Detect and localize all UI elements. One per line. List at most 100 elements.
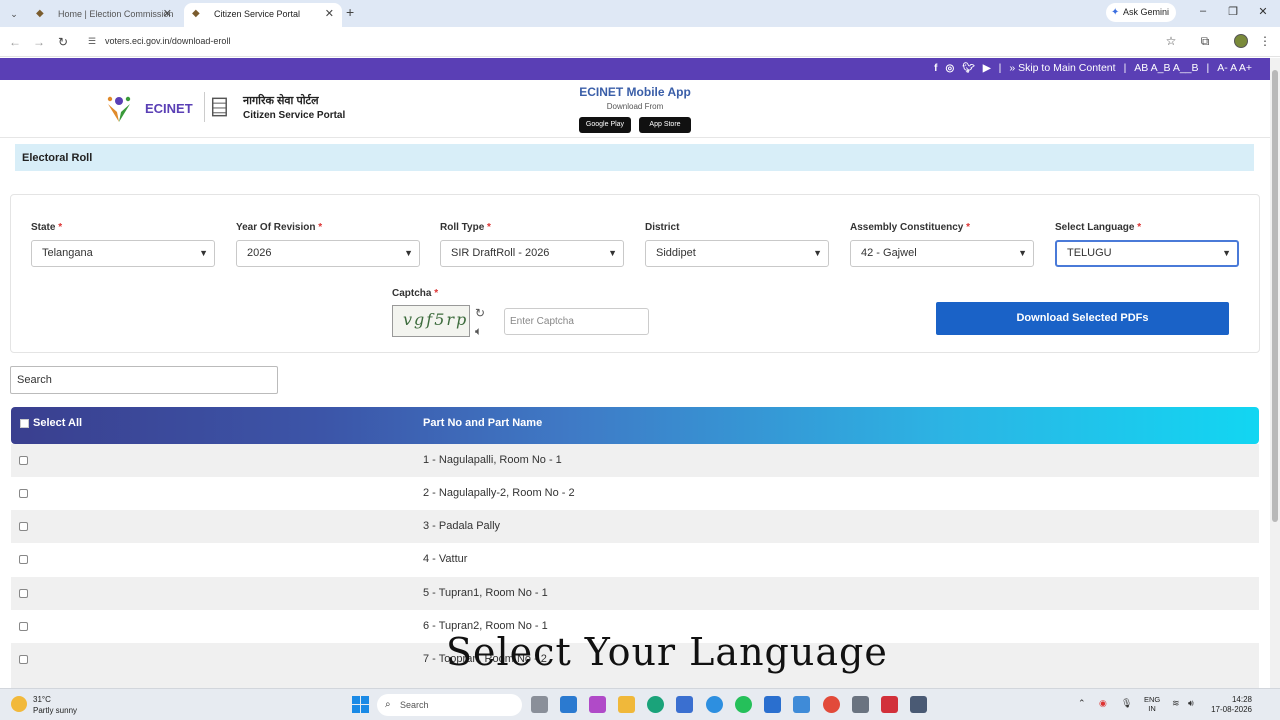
- tab-election-commission[interactable]: ◆ Home | Election Commission of ✕: [28, 3, 180, 41]
- restore-icon[interactable]: ❐: [1226, 5, 1240, 18]
- media-app-icon[interactable]: [881, 696, 898, 713]
- mail-icon[interactable]: [764, 696, 781, 713]
- url-field[interactable]: voters.eci.gov.in/download-eroll: [105, 36, 230, 46]
- address-bar-row: ← → ↻ ☰ voters.eci.gov.in/download-eroll…: [0, 27, 1280, 57]
- skip-to-main-link[interactable]: » Skip to Main Content: [1009, 62, 1115, 74]
- camera-icon[interactable]: [852, 696, 869, 713]
- table-row: 3 - Padala Pally: [11, 510, 1259, 543]
- youtube-icon[interactable]: ▶: [983, 63, 991, 74]
- windows-start-icon[interactable]: [352, 696, 369, 713]
- select-all-label[interactable]: Select All: [33, 417, 82, 429]
- tab-search-icon[interactable]: ⌄: [6, 6, 22, 22]
- browser-menu-icon[interactable]: ⋮: [1257, 34, 1273, 48]
- district-label: District: [645, 222, 680, 233]
- region-code: IN: [1148, 704, 1156, 713]
- chevron-down-icon: ▼: [1018, 248, 1027, 258]
- scrollbar-thumb[interactable]: [1272, 70, 1278, 522]
- row-checkbox[interactable]: [19, 655, 28, 664]
- snipping-tool-icon[interactable]: [910, 696, 927, 713]
- window-close-icon[interactable]: ✕: [1256, 5, 1270, 18]
- new-tab-button[interactable]: +: [346, 4, 360, 20]
- minimize-icon[interactable]: –: [1196, 5, 1210, 17]
- help-icon[interactable]: [706, 696, 723, 713]
- select-all-checkbox[interactable]: [20, 419, 29, 428]
- download-selected-pdfs-button[interactable]: Download Selected PDFs: [936, 302, 1229, 335]
- forward-icon[interactable]: →: [32, 35, 46, 49]
- row-checkbox[interactable]: [19, 555, 28, 564]
- calculator-icon[interactable]: [793, 696, 810, 713]
- ask-gemini-label: Ask Gemini: [1123, 7, 1170, 17]
- captcha-label: Captcha *: [392, 288, 439, 299]
- part-name: 1 - Nagulapalli, Room No - 1: [423, 454, 562, 466]
- audio-captcha-icon[interactable]: 🔈︎: [475, 324, 482, 339]
- weather-sun-icon[interactable]: [11, 696, 27, 712]
- part-name: 3 - Padala Pally: [423, 520, 501, 532]
- file-explorer-icon[interactable]: [618, 696, 635, 713]
- eci-favicon-icon: ◆: [192, 8, 200, 19]
- reload-icon[interactable]: ↻: [56, 35, 70, 49]
- weather-widget[interactable]: 31°C Partly sunny: [33, 694, 77, 716]
- twitter-icon[interactable]: 🐦︎: [962, 63, 975, 74]
- ecinet-logo-icon[interactable]: [104, 92, 134, 124]
- state-label: State *: [31, 222, 63, 233]
- chrome-icon[interactable]: [823, 696, 840, 713]
- copilot-icon[interactable]: [589, 696, 606, 713]
- close-tab-icon[interactable]: ✕: [163, 3, 172, 25]
- taskbar-search-label: Search: [400, 700, 429, 710]
- page-scrollbar[interactable]: [1270, 58, 1280, 688]
- search-icon: ⌕: [385, 699, 391, 710]
- district-select[interactable]: Siddipet ▼: [645, 240, 829, 267]
- bookmark-star-icon[interactable]: ☆: [1163, 34, 1179, 48]
- part-name: 5 - Tupran1, Room No - 1: [423, 587, 548, 599]
- network-status-icon[interactable]: ◉: [1099, 698, 1107, 709]
- row-checkbox[interactable]: [19, 522, 28, 531]
- whatsapp-icon[interactable]: [735, 696, 752, 713]
- ask-gemini-button[interactable]: ✦ Ask Gemini: [1106, 3, 1176, 22]
- row-checkbox[interactable]: [19, 622, 28, 631]
- row-checkbox[interactable]: [19, 456, 28, 465]
- clock-time: 14:28: [1231, 695, 1252, 704]
- assembly-constituency-label: Assembly Constituency *: [850, 222, 971, 233]
- chevron-down-icon: ▼: [404, 248, 413, 258]
- back-icon[interactable]: ←: [8, 35, 22, 49]
- select-language-select[interactable]: TELUGU ▼: [1055, 240, 1239, 267]
- year-of-revision-select[interactable]: 2026 ▼: [236, 240, 420, 267]
- app-store-badge[interactable]: App Store: [639, 117, 691, 133]
- input-language[interactable]: ENG IN: [1144, 695, 1160, 713]
- row-checkbox[interactable]: [19, 589, 28, 598]
- show-hidden-icons-icon[interactable]: ⌃: [1078, 698, 1086, 709]
- extensions-icon[interactable]: ⧉: [1197, 34, 1213, 49]
- volume-icon[interactable]: 🔊︎: [1188, 698, 1194, 709]
- facebook-icon[interactable]: f: [934, 63, 937, 74]
- refresh-captcha-icon[interactable]: ↻: [475, 306, 485, 320]
- roll-type-select[interactable]: SIR DraftRoll - 2026 ▼: [440, 240, 624, 267]
- roll-type-label: Roll Type *: [440, 222, 491, 233]
- state-select[interactable]: Telangana ▼: [31, 240, 215, 267]
- contrast-options[interactable]: AB A_B A__B: [1134, 62, 1198, 74]
- close-tab-icon[interactable]: ✕: [325, 3, 334, 25]
- profile-avatar[interactable]: [1234, 34, 1248, 48]
- roll-type-value: SIR DraftRoll - 2026: [451, 247, 550, 259]
- search-input[interactable]: Search: [10, 366, 278, 394]
- microphone-icon[interactable]: 🎙︎: [1121, 698, 1132, 709]
- system-clock[interactable]: 14:28 17-08-2026: [1206, 695, 1252, 715]
- wifi-icon[interactable]: ≋: [1172, 698, 1180, 709]
- captcha-input[interactable]: Enter Captcha: [504, 308, 649, 335]
- widgets-icon[interactable]: [560, 696, 577, 713]
- instagram-icon[interactable]: ◎: [945, 63, 954, 74]
- tab-citizen-service-portal[interactable]: ◆ Citizen Service Portal ✕: [184, 3, 342, 27]
- store-icon[interactable]: [676, 696, 693, 713]
- assembly-constituency-select[interactable]: 42 - Gajwel ▼: [850, 240, 1034, 267]
- download-from-label: Download From: [606, 102, 664, 111]
- site-info-icon[interactable]: ☰: [88, 36, 96, 47]
- eci-favicon-icon: ◆: [36, 8, 44, 19]
- font-size-options[interactable]: A- A A+: [1217, 62, 1252, 74]
- row-checkbox[interactable]: [19, 489, 28, 498]
- task-view-icon[interactable]: [531, 696, 548, 713]
- table-row: 1 - Nagulapalli, Room No - 1: [11, 444, 1259, 477]
- edge-browser-icon[interactable]: [647, 696, 664, 713]
- taskbar-search[interactable]: ⌕ Search: [377, 694, 522, 716]
- google-play-badge[interactable]: Google Play: [579, 117, 631, 133]
- ecinet-brand-text[interactable]: ECINET: [145, 101, 193, 116]
- election-commission-emblem-icon: [204, 92, 227, 122]
